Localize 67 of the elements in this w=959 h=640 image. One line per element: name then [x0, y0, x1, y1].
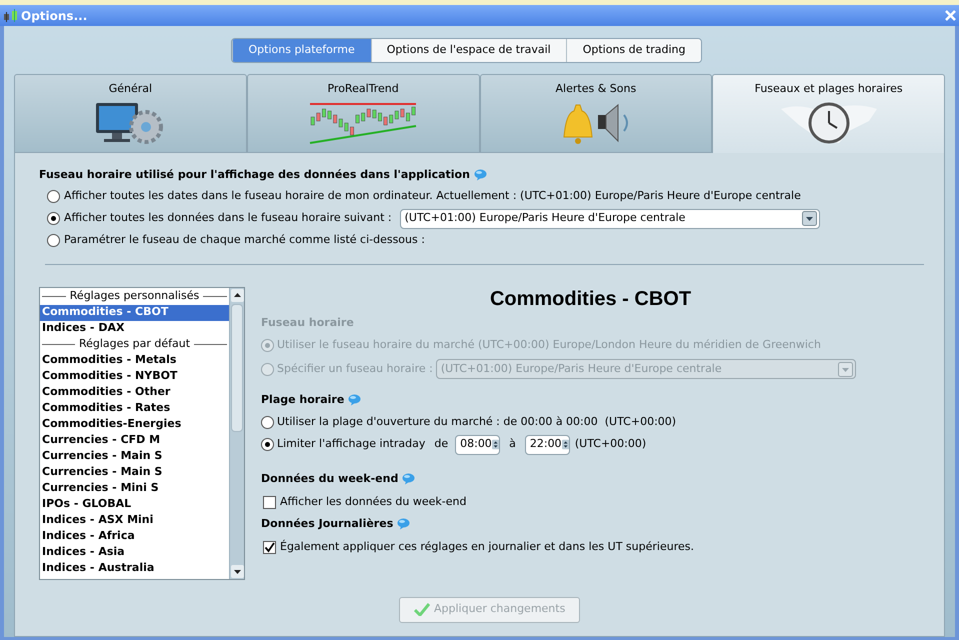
- time-spinner[interactable]: 22:00: [524, 434, 570, 454]
- market-list-item[interactable]: Commodities - CBOT: [40, 304, 229, 320]
- settings-tab[interactable]: Options de trading: [566, 39, 702, 62]
- market-list-item[interactable]: Currencies - Main S: [40, 464, 229, 480]
- market-list-item[interactable]: Indices - DAX: [40, 320, 229, 336]
- scroll-up-icon[interactable]: [230, 288, 244, 302]
- world-clock-icon: [778, 100, 879, 144]
- market-list-item[interactable]: Commodities - Metals: [40, 352, 229, 368]
- market-list-item[interactable]: Commodities - Rates: [40, 400, 229, 416]
- market-list-item[interactable]: Commodities - NYBOT: [40, 368, 229, 384]
- section-heading: Fuseau horaire utilisé pour l'affichage des données dans l'application: [39, 167, 920, 184]
- radio-label: Afficher toutes les données dans le fuseau horaire suivant :: [64, 210, 392, 226]
- market-list-item[interactable]: Commodities - Other: [40, 384, 229, 400]
- market-list-item[interactable]: Indices - Africa: [40, 528, 229, 544]
- scroll-thumb[interactable]: [231, 304, 243, 432]
- market-title: Commodities - CBOT: [490, 286, 692, 310]
- from-label: de: [434, 436, 448, 452]
- section-heading: Plage horaire: [261, 392, 920, 408]
- settings-tab[interactable]: Options de l'espace de travail: [370, 39, 566, 62]
- radio-label: Afficher toutes les dates dans le fuseau horaire de mon ordinateur. Actuellement : (UTC+01:00) Europe/Paris Heure d'Europe centrale: [64, 188, 801, 204]
- radio-button[interactable]: [47, 234, 60, 247]
- speech-bubble-icon: [402, 472, 416, 485]
- scrollbar[interactable]: [229, 288, 244, 578]
- radio-button[interactable]: [47, 212, 60, 225]
- checkmark-icon: [414, 603, 430, 616]
- section-heading: Données Journalières: [261, 516, 920, 532]
- market-list-item[interactable]: Currencies - Main S: [40, 448, 229, 464]
- radio-label: Utiliser la plage d'ouverture du marché : de 00:00 à 00:00 (UTC+00:00): [277, 414, 676, 430]
- category-tab[interactable]: ProRealTrend: [246, 74, 480, 153]
- checkbox-label: Afficher les données du week-end: [280, 494, 466, 510]
- timezone-label: (UTC+00:00): [574, 436, 646, 452]
- to-label: à: [509, 436, 516, 452]
- market-list-item[interactable]: Indices - Asia: [40, 544, 229, 560]
- speech-bubble-icon: [397, 518, 410, 530]
- radio-label: Limiter l'affichage intraday: [277, 436, 426, 452]
- category-tab[interactable]: Fuseaux et plages horaires: [712, 74, 945, 153]
- section-heading: Fuseau horaire: [261, 314, 355, 330]
- market-list-item[interactable]: Indices - ASX Mini: [40, 512, 229, 528]
- market-list-item[interactable]: Currencies - Mini S: [40, 480, 229, 496]
- market-list-item[interactable]: Commodities-Energies: [40, 416, 229, 432]
- market-list-item[interactable]: IPOs - GLOBAL: [40, 496, 229, 512]
- speech-bubble-icon: [348, 394, 362, 406]
- radio-button[interactable]: [261, 438, 274, 451]
- time-spinner[interactable]: 08:00: [455, 434, 500, 454]
- timezone-dropdown[interactable]: (UTC+01:00) Europe/Paris Heure d'Europe centrale: [400, 208, 820, 228]
- radio-label: Utiliser le fuseau horaire du marché (UTC+00:00) Europe/London Heure du méridien de Greenwich: [277, 336, 821, 353]
- list-group-header: Réglages personnalisés: [70, 288, 200, 304]
- market-list-item[interactable]: Currencies - CFD M: [40, 432, 229, 448]
- window-title: Options...: [21, 8, 88, 24]
- radio-button[interactable]: [261, 416, 274, 429]
- checkbox-label: Également appliquer ces réglages en journalier et dans les UT supérieures.: [280, 539, 694, 556]
- candles-logo-icon: [3, 8, 19, 22]
- settings-tab[interactable]: Options plateforme: [232, 39, 371, 62]
- radio-label: Paramétrer le fuseau de chaque marché comme listé ci-dessous :: [64, 232, 425, 248]
- list-group-header: Réglages par défaut: [78, 336, 190, 352]
- checkbox[interactable]: [263, 541, 276, 554]
- close-icon[interactable]: [945, 10, 956, 21]
- category-tab[interactable]: Alertes & Sons: [480, 74, 712, 153]
- scroll-down-icon[interactable]: [230, 564, 244, 578]
- market-list-item[interactable]: Indices - Australia: [40, 560, 229, 576]
- radio-label: Spécifier un fuseau horaire :: [277, 360, 433, 377]
- speech-bubble-icon: [474, 169, 487, 182]
- category-tab[interactable]: Général: [14, 74, 247, 153]
- section-heading: Données du week-end: [261, 470, 920, 487]
- candlestick-chart-icon: [308, 100, 418, 144]
- checkbox[interactable]: [263, 496, 276, 508]
- radio-button[interactable]: [47, 190, 60, 203]
